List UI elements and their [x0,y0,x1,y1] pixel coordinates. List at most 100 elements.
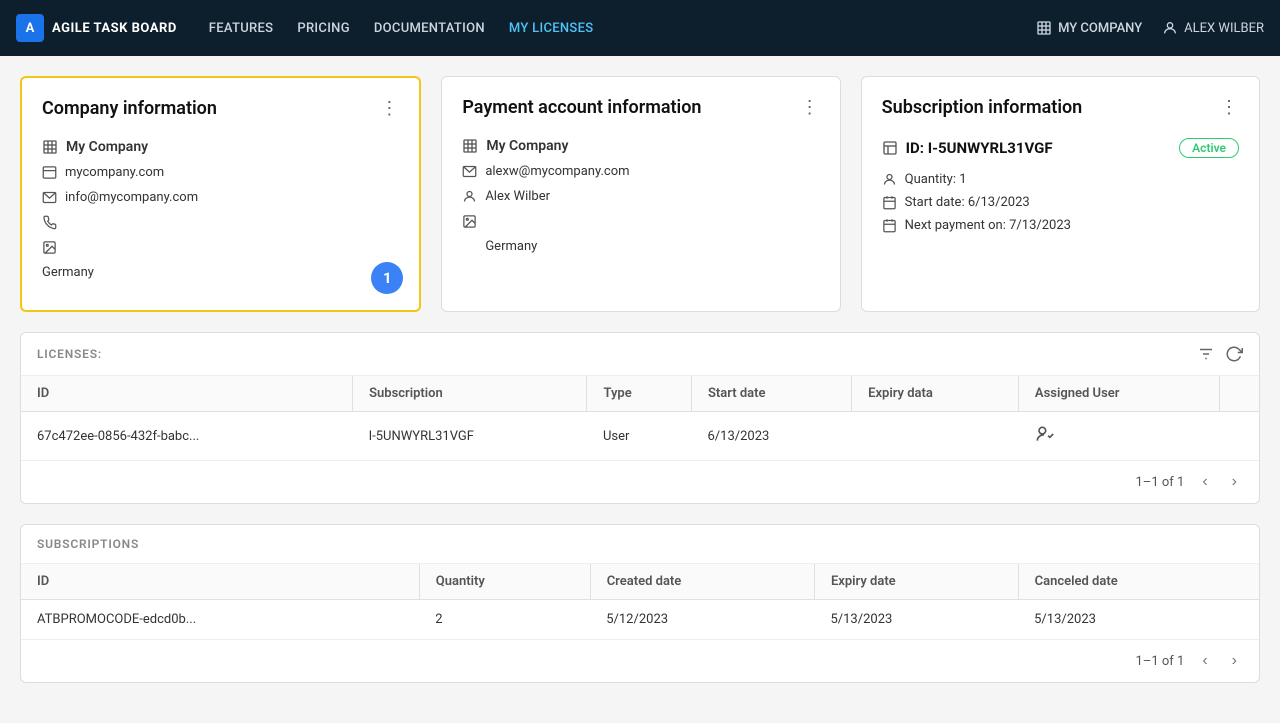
payment-card-menu[interactable]: ⋮ [801,97,820,118]
payment-country-row: Germany [462,239,819,254]
payment-user-row: Alex Wilber [462,189,819,204]
assign-user-icon[interactable] [1034,424,1054,444]
subscription-id: ID: I-5UNWYRL31VGF [906,139,1053,157]
company-name: My Company [66,139,148,155]
company-email-row: info@mycompany.com [42,190,399,205]
sub-id-row: ID: I-5UNWYRL31VGF Active [882,138,1239,158]
subscriptions-prev-button[interactable]: ‹ [1196,650,1213,672]
sub-row-id: ATBPROMOCODE-edcd0b... [21,600,419,640]
licenses-pagination-info: 1–1 of 1 [1136,475,1185,490]
logo-icon: A [16,14,44,42]
company-card-header: Company information ⋮ [42,98,399,119]
brand[interactable]: A AGILE TASK BOARD [16,14,177,42]
subscription-card-menu[interactable]: ⋮ [1220,97,1239,118]
license-assigned-user [1018,412,1219,461]
nav-pricing[interactable]: PRICING [297,21,350,36]
filter-icon[interactable] [1197,345,1215,363]
payment-card-title: Payment account information [462,97,701,118]
payment-company-row: My Company [462,138,819,154]
company-name-row: My Company [42,139,399,155]
licenses-table-header: ID Subscription Type Start date Expiry d… [21,376,1259,412]
company-image-row [42,240,399,255]
user-nav[interactable]: ALEX WILBER [1162,20,1264,36]
licenses-section-actions [1197,345,1243,363]
subscriptions-next-button[interactable]: › [1226,650,1243,672]
payment-user-name: Alex Wilber [485,189,550,204]
nav-documentation[interactable]: DOCUMENTATION [374,21,485,36]
subscriptions-section-title: SUBSCRIPTIONS [37,537,139,551]
nav-features[interactable]: FEATURES [209,21,274,36]
sub-col-created-date: Created date [590,564,814,600]
sub-col-quantity: Quantity [419,564,590,600]
calendar-icon [882,195,897,210]
col-actions [1219,376,1259,412]
payment-card-header: Payment account information ⋮ [462,97,819,118]
licenses-table-footer: 1–1 of 1 ‹ › [21,460,1259,503]
company-email: info@mycompany.com [65,190,198,205]
license-subscription: I-5UNWYRL31VGF [353,412,587,461]
user-icon [1162,20,1178,36]
licenses-section-header: LICENSES: [21,333,1259,376]
building-icon [1036,20,1052,36]
sub-start-date-row: Start date: 6/13/2023 [882,195,1239,210]
licenses-section-title: LICENSES: [37,347,102,361]
subscriptions-table-header: ID Quantity Created date Expiry date Can… [21,564,1259,600]
sub-next-payment-row: Next payment on: 7/13/2023 [882,218,1239,233]
my-company-label: MY COMPANY [1058,21,1142,36]
subscriptions-table: ID Quantity Created date Expiry date Can… [21,564,1259,639]
refresh-icon[interactable] [1225,345,1243,363]
col-expiry-data: Expiry data [852,376,1019,412]
company-building-icon [42,139,58,155]
subscriptions-table-body: ATBPROMOCODE-edcd0b... 2 5/12/2023 5/13/… [21,600,1259,640]
sub-col-expiry-date: Expiry date [814,564,1018,600]
nav-my-licenses[interactable]: MY LICENSES [509,21,594,36]
licenses-table: ID Subscription Type Start date Expiry d… [21,376,1259,460]
payment-country: Germany [485,239,537,254]
subscriptions-table-footer: 1–1 of 1 ‹ › [21,639,1259,682]
licenses-section: LICENSES: ID Subscription Type Start dat… [20,332,1260,504]
web-icon [42,165,57,180]
table-row: 67c472ee-0856-432f-babc... I-5UNWYRL31VG… [21,412,1259,461]
payment-mail-icon [462,164,477,179]
subscription-quantity: Quantity: 1 [905,172,967,187]
payment-building-icon [462,138,478,154]
payment-email-row: alexw@mycompany.com [462,164,819,179]
nav-links: FEATURES PRICING DOCUMENTATION MY LICENS… [209,21,1036,36]
licenses-table-body: 67c472ee-0856-432f-babc... I-5UNWYRL31VG… [21,412,1259,461]
company-card: Company information ⋮ My Company mycompa… [20,76,421,312]
subscription-card-body: ID: I-5UNWYRL31VGF Active Quantity: 1 St… [882,138,1239,233]
licenses-next-button[interactable]: › [1226,471,1243,493]
sub-id-icon [882,140,898,156]
subscription-card-header: Subscription information ⋮ [882,97,1239,118]
subscription-start-date: Start date: 6/13/2023 [905,195,1030,210]
company-website: mycompany.com [65,165,164,180]
payment-user-icon [462,189,477,204]
subscription-next-payment: Next payment on: 7/13/2023 [905,218,1071,233]
notification-badge: 1 [371,262,403,294]
payment-company-name: My Company [486,138,568,154]
navbar: A AGILE TASK BOARD FEATURES PRICING DOCU… [0,0,1280,56]
my-company-nav[interactable]: MY COMPANY [1036,20,1142,36]
image-icon [42,240,57,255]
phone-icon [42,215,57,230]
license-type: User [587,412,692,461]
payment-card: Payment account information ⋮ My Company… [441,76,840,312]
table-row: ATBPROMOCODE-edcd0b... 2 5/12/2023 5/13/… [21,600,1259,640]
sub-row-canceled-date: 5/13/2023 [1018,600,1259,640]
sub-quantity-row: Quantity: 1 [882,172,1239,187]
col-type: Type [587,376,692,412]
brand-name: AGILE TASK BOARD [52,21,177,36]
mail-icon [42,190,57,205]
subscription-card: Subscription information ⋮ ID: I-5UNWYRL… [861,76,1260,312]
company-country-row: Germany [42,265,399,280]
licenses-prev-button[interactable]: ‹ [1196,471,1213,493]
main-content: Company information ⋮ My Company mycompa… [0,56,1280,723]
license-expiry-date [852,412,1019,461]
col-start-date: Start date [691,376,851,412]
license-start-date: 6/13/2023 [691,412,851,461]
company-card-menu[interactable]: ⋮ [380,98,399,119]
payment-card-body: My Company alexw@mycompany.com Alex Wilb… [462,138,819,254]
company-card-body: My Company mycompany.com info@mycompany.… [42,139,399,280]
user-label: ALEX WILBER [1184,21,1264,36]
calendar2-icon [882,218,897,233]
